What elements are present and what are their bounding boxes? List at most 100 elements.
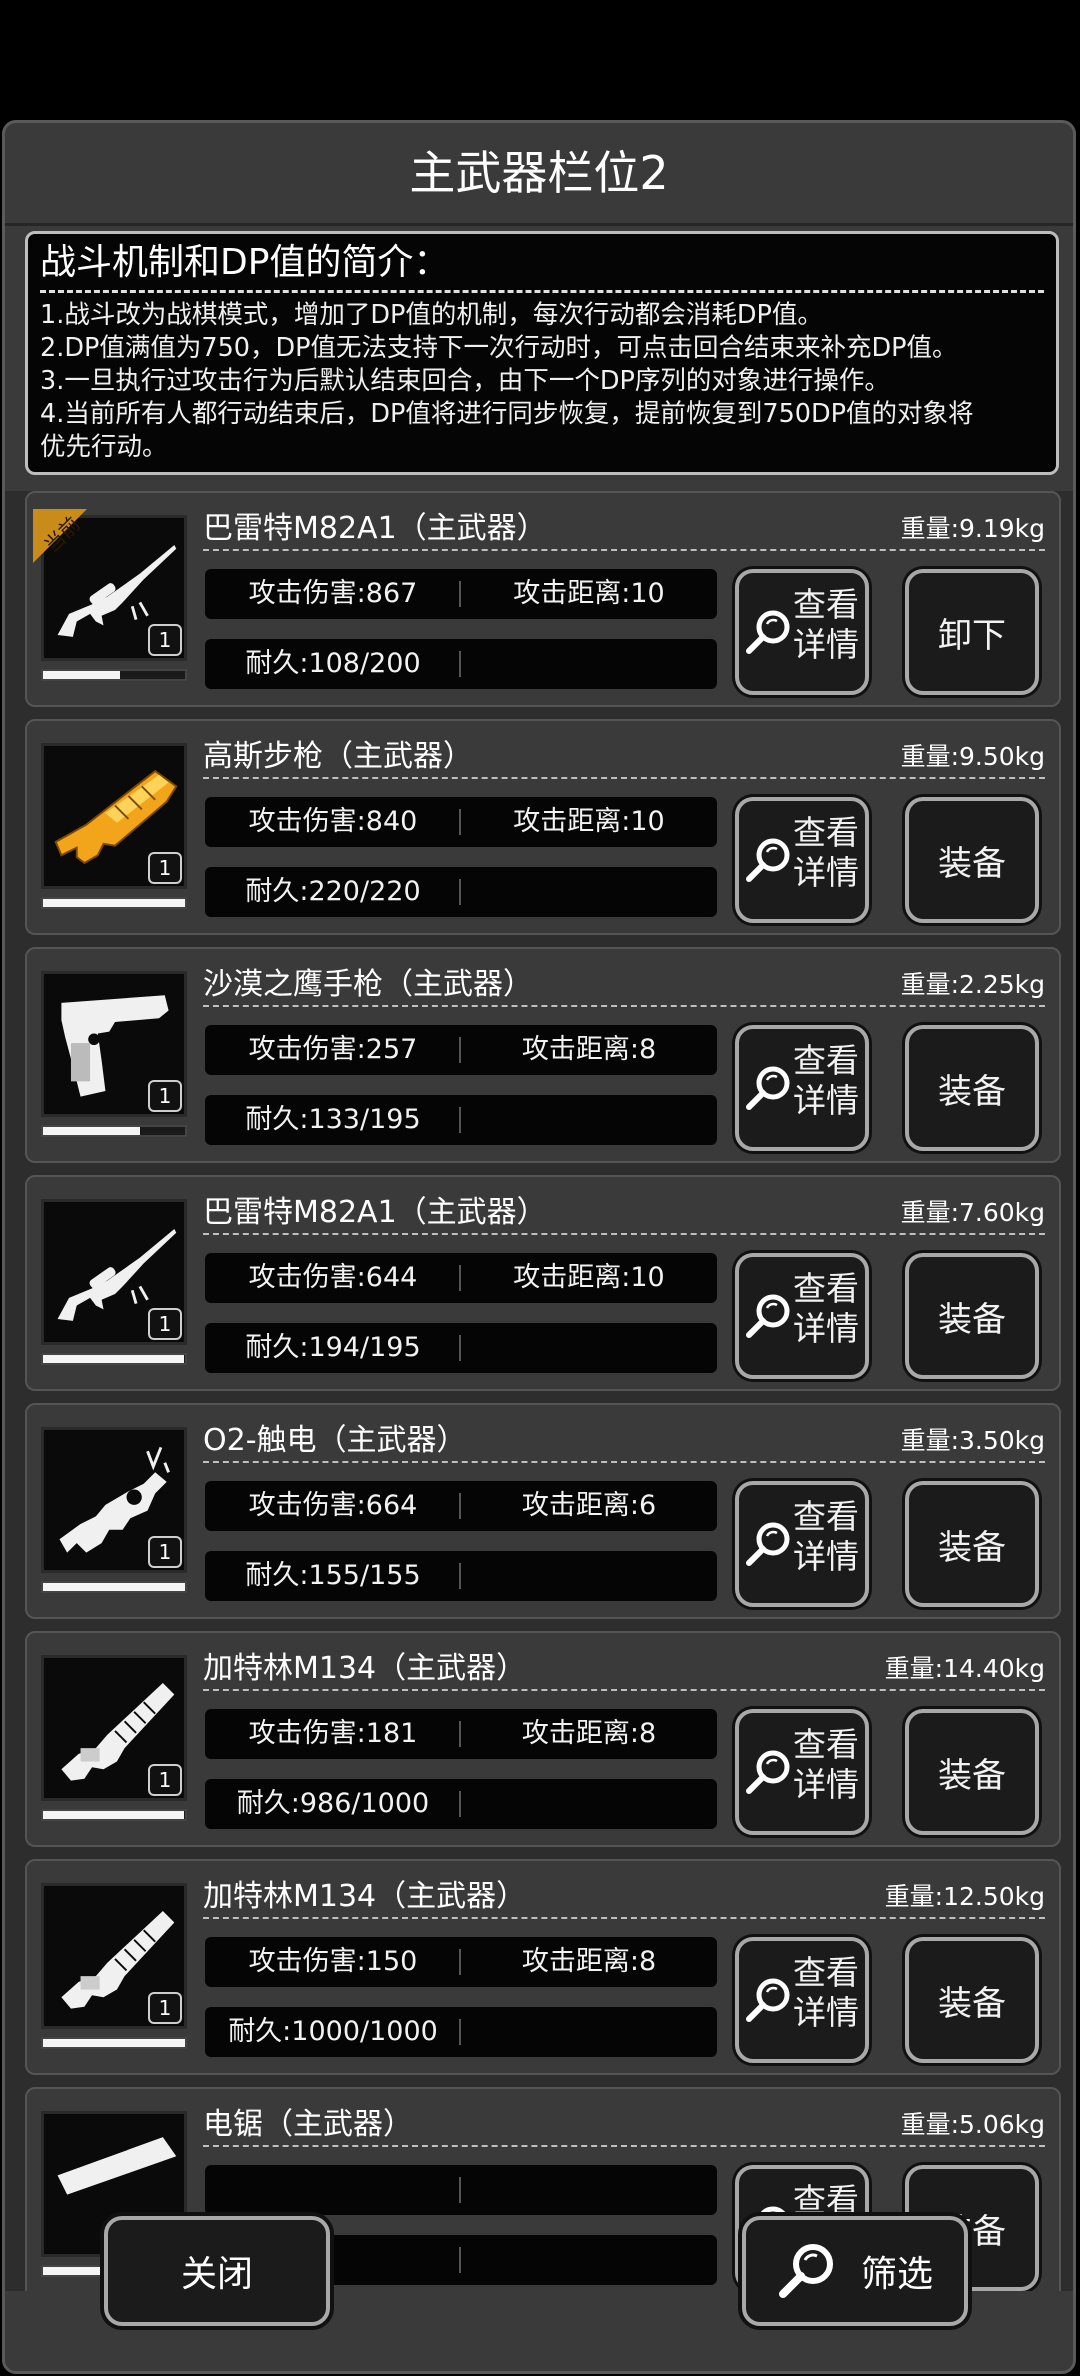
filter-button[interactable]: 筛选 xyxy=(742,2216,968,2326)
durability-text: 耐久:155/155 xyxy=(245,1560,421,1591)
weapon-name: 沙漠之鹰手枪（主武器） xyxy=(203,967,533,1002)
weapon-weight: 重量:14.40kg xyxy=(884,1654,1045,1683)
magnifier-icon xyxy=(746,1522,790,1566)
equip-button[interactable]: 装备 xyxy=(905,1937,1039,2063)
divider xyxy=(203,1005,1045,1007)
equip-button[interactable]: 装备 xyxy=(905,1025,1039,1151)
attack-damage: 攻击伤害:644 xyxy=(248,1262,418,1293)
weapon-thumbnail: 1 xyxy=(41,1427,187,1573)
durability-bar xyxy=(41,897,187,909)
close-button-label: 关闭 xyxy=(180,2254,253,2295)
attack-range: 攻击距离:8 xyxy=(521,1034,657,1065)
weapon-weight: 重量:12.50kg xyxy=(884,1882,1045,1911)
weapon-thumbnail: 1 xyxy=(41,1655,187,1801)
view-details-button[interactable]: 查看详情 xyxy=(735,1481,869,1607)
divider xyxy=(203,549,1045,551)
divider xyxy=(203,1233,1045,1235)
action-button-label: 卸下 xyxy=(938,615,1006,656)
intro-line-2: 2.DP值满值为750，DP值无法支持下一次行动时，可点击回合结束来补充DP值。 xyxy=(40,333,958,363)
attack-range: 攻击距离:10 xyxy=(513,1262,665,1293)
weapon-slot-dialog: 主武器栏位2 战斗机制和DP值的简介： 1.战斗改为战棋模式，增加了DP值的机制… xyxy=(2,120,1076,2374)
view-details-label-2: 详情 xyxy=(793,1537,859,1576)
action-button-label: 装备 xyxy=(938,843,1006,884)
action-button-label: 装备 xyxy=(938,1983,1006,2024)
magnifier-icon xyxy=(746,610,790,654)
close-button[interactable]: 关闭 xyxy=(104,2216,330,2326)
stats-row-attack: 攻击伤害:867 攻击距离:10 xyxy=(205,569,717,619)
weapon-name: 加特林M134（主武器） xyxy=(203,1879,527,1914)
view-details-button[interactable]: 查看详情 xyxy=(735,1709,869,1835)
stats-row-attack: 攻击伤害:150 攻击距离:8 xyxy=(205,1937,717,1987)
view-details-label-1: 查看 xyxy=(793,1725,859,1764)
weapon-card[interactable]: 1 加特林M134（主武器） 重量:12.50kg 攻击伤害:150 攻击距离:8 耐久:… xyxy=(25,1859,1061,2075)
item-count: 1 xyxy=(148,1764,182,1796)
weapon-card[interactable]: 1 高斯步枪（主武器） 重量:9.50kg 攻击伤害:840 攻击距离:10 耐久:220… xyxy=(25,719,1061,935)
intro-title: 战斗机制和DP值的简介： xyxy=(40,238,1044,293)
equip-button[interactable]: 装备 xyxy=(905,1709,1039,1835)
weapon-thumbnail: 1 xyxy=(41,1883,187,2029)
durability-text: 耐久:986/1000 xyxy=(236,1788,430,1819)
weapon-thumbnail: 1 xyxy=(41,1199,187,1345)
action-button-label: 装备 xyxy=(938,1071,1006,1112)
stats-row-durability: 耐久:194/195 xyxy=(205,1323,717,1373)
view-details-label-2: 详情 xyxy=(793,1081,859,1120)
equip-button[interactable]: 装备 xyxy=(905,1481,1039,1607)
view-details-button[interactable]: 查看详情 xyxy=(735,569,869,695)
action-button-label: 装备 xyxy=(938,1299,1006,1340)
view-details-label-1: 查看 xyxy=(793,585,859,624)
equip-button[interactable]: 装备 xyxy=(905,797,1039,923)
divider xyxy=(203,1689,1045,1691)
attack-damage: 攻击伤害:840 xyxy=(248,806,418,837)
weapon-list[interactable]: 1 当前 巴雷特M82A1（主武器） 重量:9.19kg 攻击伤害:867 攻击距离:10… xyxy=(5,491,1073,2291)
item-count: 1 xyxy=(148,1992,182,2024)
durability-bar xyxy=(41,1125,187,1137)
attack-damage: 攻击伤害:181 xyxy=(248,1718,418,1749)
weapon-name: 巴雷特M82A1（主武器） xyxy=(203,511,547,546)
view-details-label-2: 详情 xyxy=(793,1765,859,1804)
magnifier-icon xyxy=(746,1294,790,1338)
stats-row-attack: 攻击伤害:840 攻击距离:10 xyxy=(205,797,717,847)
stats-row-durability: 耐久:155/155 xyxy=(205,1551,717,1601)
view-details-label-2: 详情 xyxy=(793,625,859,664)
weapon-thumbnail: 1 xyxy=(41,971,187,1117)
durability-text: 耐久:133/195 xyxy=(245,1104,421,1135)
weapon-name: O2-触电（主武器） xyxy=(203,1423,467,1458)
stats-row-attack: 攻击伤害:257 攻击距离:8 xyxy=(205,1025,717,1075)
weapon-card[interactable]: 1 加特林M134（主武器） 重量:14.40kg 攻击伤害:181 攻击距离:8 耐久:… xyxy=(25,1631,1061,1847)
view-details-button[interactable]: 查看详情 xyxy=(735,1937,869,2063)
equip-button[interactable]: 装备 xyxy=(905,1253,1039,1379)
weapon-weight: 重量:2.25kg xyxy=(900,970,1045,999)
intro-box: 战斗机制和DP值的简介： 1.战斗改为战棋模式，增加了DP值的机制，每次行动都会… xyxy=(25,231,1059,475)
weapon-weight: 重量:5.06kg xyxy=(900,2110,1045,2139)
weapon-card[interactable]: 1 沙漠之鹰手枪（主武器） 重量:2.25kg 攻击伤害:257 攻击距离:8 耐久:13… xyxy=(25,947,1061,1163)
view-details-button[interactable]: 查看详情 xyxy=(735,1025,869,1151)
durability-text: 耐久:108/200 xyxy=(245,648,421,679)
stats-row-durability: 耐久:133/195 xyxy=(205,1095,717,1145)
view-details-button[interactable]: 查看详情 xyxy=(735,797,869,923)
view-details-button[interactable]: 查看详情 xyxy=(735,1253,869,1379)
weapon-card[interactable]: 1 巴雷特M82A1（主武器） 重量:7.60kg 攻击伤害:644 攻击距离:10 耐久… xyxy=(25,1175,1061,1391)
magnifier-icon xyxy=(778,2244,833,2298)
durability-bar xyxy=(41,1353,187,1365)
weapon-card[interactable]: 1 当前 巴雷特M82A1（主武器） 重量:9.19kg 攻击伤害:867 攻击距离:10… xyxy=(25,491,1061,707)
intro-line-1: 1.战斗改为战棋模式，增加了DP值的机制，每次行动都会消耗DP值。 xyxy=(40,300,823,330)
stats-row-attack: 攻击伤害:644 攻击距离:10 xyxy=(205,1253,717,1303)
weapon-name: 高斯步枪（主武器） xyxy=(203,739,473,774)
view-details-label-2: 详情 xyxy=(793,1993,859,2032)
attack-range: 攻击距离:8 xyxy=(521,1946,657,1977)
item-count: 1 xyxy=(148,1080,182,1112)
stats-row-durability: 耐久:986/1000 xyxy=(205,1779,717,1829)
attack-range: 攻击距离:10 xyxy=(513,806,665,837)
magnifier-icon xyxy=(746,838,790,882)
durability-bar xyxy=(41,1581,187,1593)
weapon-card[interactable]: 1 O2-触电（主武器） 重量:3.50kg 攻击伤害:664 攻击距离:6 耐久:155… xyxy=(25,1403,1061,1619)
divider xyxy=(203,1461,1045,1463)
view-details-label-1: 查看 xyxy=(793,1269,859,1308)
item-count: 1 xyxy=(148,852,182,884)
weapon-name: 加特林M134（主武器） xyxy=(203,1651,527,1686)
magnifier-icon xyxy=(746,1066,790,1110)
attack-range: 攻击距离:8 xyxy=(521,1718,657,1749)
unequip-button[interactable]: 卸下 xyxy=(905,569,1039,695)
durability-text: 耐久:1000/1000 xyxy=(228,2016,438,2047)
intro-line-4: 4.当前所有人都行动结束后，DP值将进行同步恢复，提前恢复到750DP值的对象将… xyxy=(40,399,974,462)
